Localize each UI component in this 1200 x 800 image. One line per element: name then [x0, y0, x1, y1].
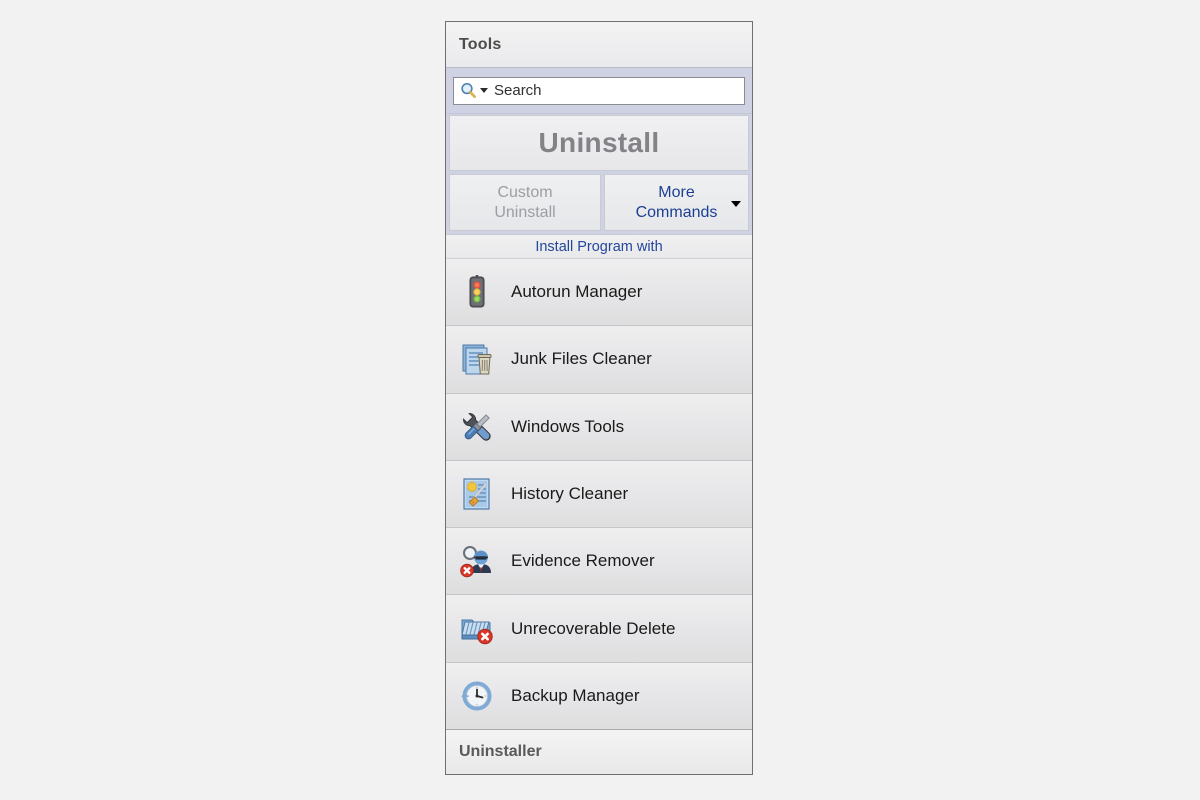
- install-program-with-label: Install Program with: [535, 238, 663, 255]
- tool-item-label: Junk Files Cleaner: [511, 349, 652, 369]
- tool-list: Autorun Manager Junk Files Cleaner Windo…: [446, 259, 752, 729]
- uninstaller-footer[interactable]: Uninstaller: [446, 729, 752, 774]
- document-broom-icon: [463, 478, 490, 510]
- caret-down-icon[interactable]: [731, 200, 741, 207]
- documents-trash-icon: [462, 344, 492, 375]
- uninstall-button[interactable]: Uninstall: [449, 115, 749, 171]
- tool-item-backup-manager[interactable]: Backup Manager: [446, 662, 752, 729]
- tool-item-label: History Cleaner: [511, 483, 629, 503]
- clock-restore-icon: [461, 681, 492, 711]
- search-icon: [461, 82, 476, 98]
- tool-item-label: Evidence Remover: [511, 551, 655, 571]
- tool-item-evidence-remover[interactable]: Evidence Remover: [446, 528, 752, 596]
- search-band: Search: [446, 68, 752, 114]
- custom-uninstall-label-line2: Uninstall: [494, 203, 556, 221]
- panel-title: Tools: [459, 35, 502, 53]
- tool-item-history-cleaner[interactable]: History Cleaner: [446, 460, 752, 529]
- traffic-light-icon: [469, 275, 485, 308]
- tool-item-label: Windows Tools: [511, 416, 625, 436]
- tool-item-junk-files-cleaner[interactable]: Junk Files Cleaner: [446, 326, 752, 394]
- uninstall-button-wrap: Uninstall: [446, 114, 752, 174]
- panel-titlebar: Tools: [446, 22, 752, 68]
- more-commands-button[interactable]: More Commands: [604, 174, 749, 231]
- uninstall-button-label: Uninstall: [538, 127, 660, 158]
- screen: Tools Search Uninstall Custom Uninstall …: [0, 0, 1200, 800]
- shredder-delete-icon: [461, 619, 493, 644]
- tool-item-label: Autorun Manager: [511, 282, 643, 302]
- spy-magnifier-delete-icon: [460, 546, 491, 578]
- more-commands-label-line1: More: [658, 183, 695, 201]
- wrench-screwdriver-icon: [463, 412, 491, 441]
- tools-panel: Tools Search Uninstall Custom Uninstall …: [445, 21, 753, 775]
- more-commands-label-line2: Commands: [635, 203, 718, 221]
- install-program-with-link[interactable]: Install Program with: [446, 234, 752, 259]
- search-dropdown-icon[interactable]: [480, 88, 488, 93]
- uninstaller-footer-label: Uninstaller: [459, 743, 542, 760]
- custom-uninstall-button[interactable]: Custom Uninstall: [449, 174, 601, 231]
- tool-item-label: Backup Manager: [511, 685, 640, 705]
- tool-item-unrecoverable-delete[interactable]: Unrecoverable Delete: [446, 595, 752, 663]
- tool-item-label: Unrecoverable Delete: [511, 618, 676, 638]
- tool-item-autorun-manager[interactable]: Autorun Manager: [446, 259, 752, 327]
- search-placeholder: Search: [494, 82, 542, 99]
- tool-item-windows-tools[interactable]: Windows Tools: [446, 393, 752, 461]
- command-row: Custom Uninstall More Commands: [446, 174, 752, 234]
- search-input[interactable]: Search: [453, 76, 745, 105]
- custom-uninstall-label-line1: Custom: [497, 183, 553, 201]
